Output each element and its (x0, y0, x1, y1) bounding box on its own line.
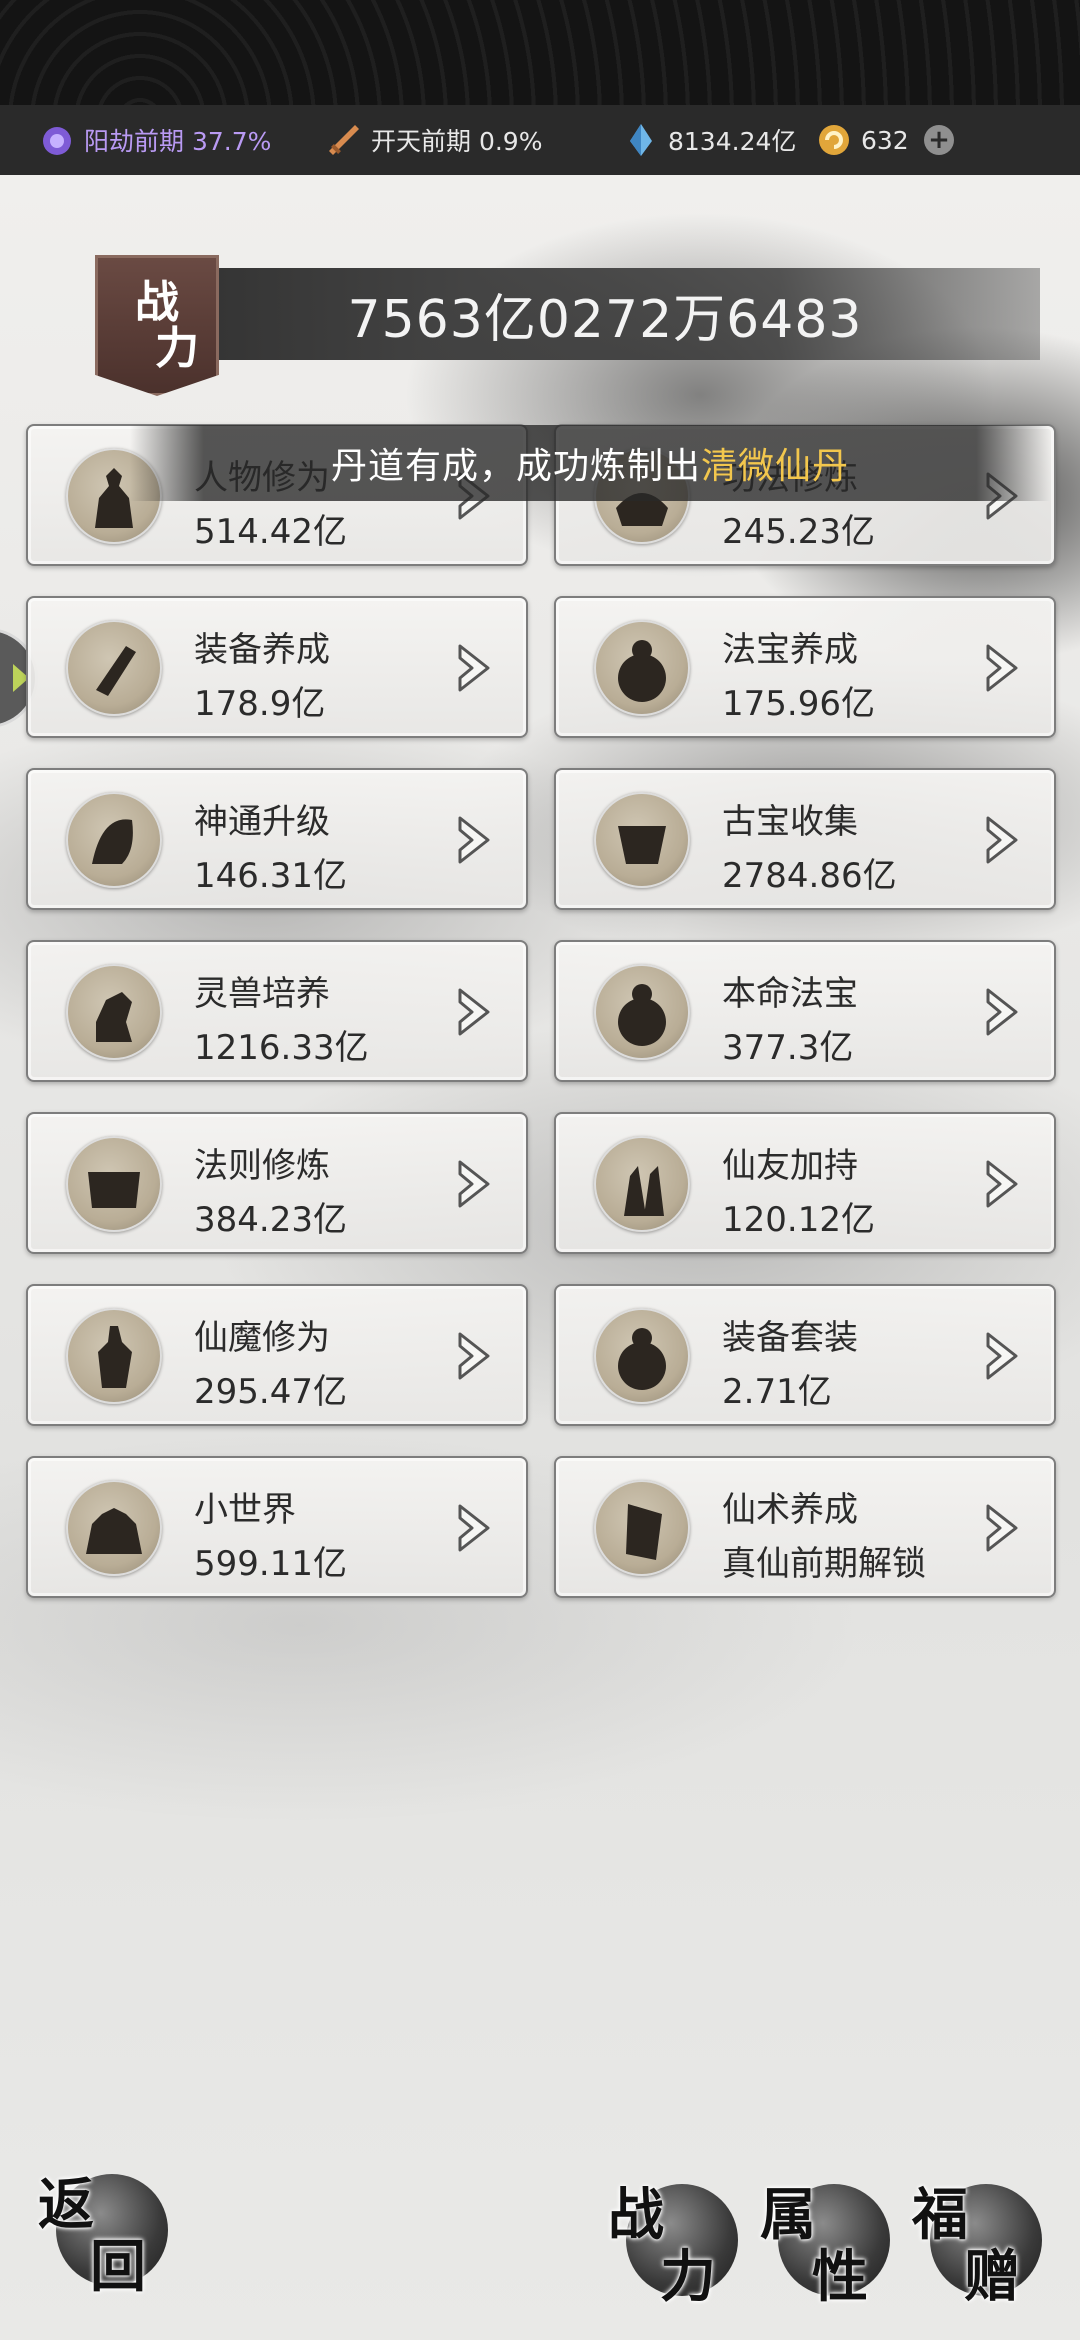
card-value: 178.9亿 (194, 684, 326, 724)
tab-gifts[interactable]: 福 赠 (912, 2170, 1042, 2310)
card-name: 仙术养成 (722, 1490, 858, 1530)
crystal-icon (622, 121, 660, 159)
arrow-right-icon[interactable] (454, 1328, 496, 1384)
card-name: 古宝收集 (722, 802, 858, 842)
card-name: 神通升级 (194, 802, 330, 842)
arrow-right-icon[interactable] (454, 984, 496, 1040)
total-power-bar: 7563亿0272万6483 (170, 268, 1040, 360)
power-card-ancient-treasure[interactable]: 古宝收集 2784.86亿 (554, 768, 1056, 910)
tab-attributes[interactable]: 属 性 (760, 2170, 890, 2310)
card-name: 法宝养成 (722, 630, 858, 670)
immortal-friend-icon (594, 1136, 690, 1232)
card-value: 295.47亿 (194, 1372, 347, 1412)
power-card-immortal-friend[interactable]: 仙友加持 120.12亿 (554, 1112, 1056, 1254)
divine-skill-icon (66, 792, 162, 888)
card-name: 装备套装 (722, 1318, 858, 1358)
natal-treasure-icon (594, 964, 690, 1060)
add-currency-button[interactable]: + (924, 125, 954, 155)
coin-status[interactable]: 632 (815, 121, 909, 159)
power-card-small-world[interactable]: 小世界 599.11亿 (26, 1456, 528, 1598)
coin-icon (815, 121, 853, 159)
power-badge: 战 力 (95, 255, 219, 396)
power-card-immortal-art[interactable]: 仙术养成真仙前期解锁 (554, 1456, 1056, 1598)
arrow-right-icon[interactable] (454, 640, 496, 696)
arrow-right-icon[interactable] (982, 1156, 1024, 1212)
top-decor-strip (0, 0, 1080, 105)
immortal-art-icon (594, 1480, 690, 1576)
card-value: 146.31亿 (194, 856, 347, 896)
power-card-equipment-set[interactable]: 装备套装 2.71亿 (554, 1284, 1056, 1426)
realm-icon (38, 121, 76, 159)
tab-power[interactable]: 战 力 (608, 2170, 738, 2310)
crystal-text: 8134.24亿 (668, 127, 797, 156)
law-icon (66, 1136, 162, 1232)
realm-status[interactable]: 阳劫前期 37.7% (38, 121, 271, 159)
spirit-beast-icon (66, 964, 162, 1060)
coin-text: 632 (861, 125, 909, 155)
status-bar: 阳劫前期 37.7% 开天前期 0.9% 8134.24亿 632 + (0, 105, 1080, 175)
card-value: 514.42亿 (194, 512, 347, 552)
arrow-right-icon[interactable] (982, 1500, 1024, 1556)
power-card-spirit-beast[interactable]: 灵兽培养 1216.33亿 (26, 940, 528, 1082)
small-world-icon (66, 1480, 162, 1576)
card-value: 175.96亿 (722, 684, 875, 724)
power-card-equipment[interactable]: 装备养成 178.9亿 (26, 596, 528, 738)
card-name: 仙魔修为 (194, 1318, 330, 1358)
treasure-icon (594, 620, 690, 716)
arrow-right-icon[interactable] (454, 1500, 496, 1556)
sword-icon (325, 121, 363, 159)
arrow-right-icon[interactable] (982, 812, 1024, 868)
card-name: 本命法宝 (722, 974, 858, 1014)
card-value: 245.23亿 (722, 512, 875, 552)
realm2-text: 开天前期 0.9% (371, 127, 543, 156)
arrow-right-icon[interactable] (454, 1156, 496, 1212)
power-card-immortal-demon[interactable]: 仙魔修为 295.47亿 (26, 1284, 528, 1426)
ancient-treasure-icon (594, 792, 690, 888)
equipment-icon (66, 620, 162, 716)
arrow-right-icon[interactable] (454, 812, 496, 868)
power-card-treasure[interactable]: 法宝养成 175.96亿 (554, 596, 1056, 738)
power-card-law[interactable]: 法则修炼 384.23亿 (26, 1112, 528, 1254)
card-name: 仙友加持 (722, 1146, 858, 1186)
card-name: 灵兽培养 (194, 974, 330, 1014)
card-value: 2784.86亿 (722, 856, 897, 896)
power-card-natal-treasure[interactable]: 本命法宝 377.3亿 (554, 940, 1056, 1082)
power-card-divine-skill[interactable]: 神通升级 146.31亿 (26, 768, 528, 910)
arrow-right-icon[interactable] (982, 1328, 1024, 1384)
crystal-status[interactable]: 8134.24亿 (622, 121, 796, 159)
card-value: 599.11亿 (194, 1544, 347, 1584)
realm-text: 阳劫前期 37.7% (84, 127, 272, 156)
card-value: 1216.33亿 (194, 1028, 369, 1068)
card-value: 384.23亿 (194, 1200, 347, 1240)
alchemy-toast: 丹道有成，成功炼制出 清微仙丹 (130, 425, 1050, 501)
card-value: 真仙前期解锁 (722, 1544, 926, 1584)
card-name: 小世界 (194, 1490, 296, 1530)
card-value: 2.71亿 (722, 1372, 832, 1412)
immortal-demon-icon (66, 1308, 162, 1404)
card-value: 120.12亿 (722, 1200, 875, 1240)
arrow-right-icon[interactable] (982, 640, 1024, 696)
card-name: 法则修炼 (194, 1146, 330, 1186)
equipment-set-icon (594, 1308, 690, 1404)
card-name: 装备养成 (194, 630, 330, 670)
back-button[interactable]: 返 回 (38, 2160, 168, 2300)
realm2-status[interactable]: 开天前期 0.9% (325, 121, 542, 159)
arrow-right-icon[interactable] (982, 984, 1024, 1040)
card-value: 377.3亿 (722, 1028, 854, 1068)
total-power-value: 7563亿0272万6483 (347, 289, 863, 350)
